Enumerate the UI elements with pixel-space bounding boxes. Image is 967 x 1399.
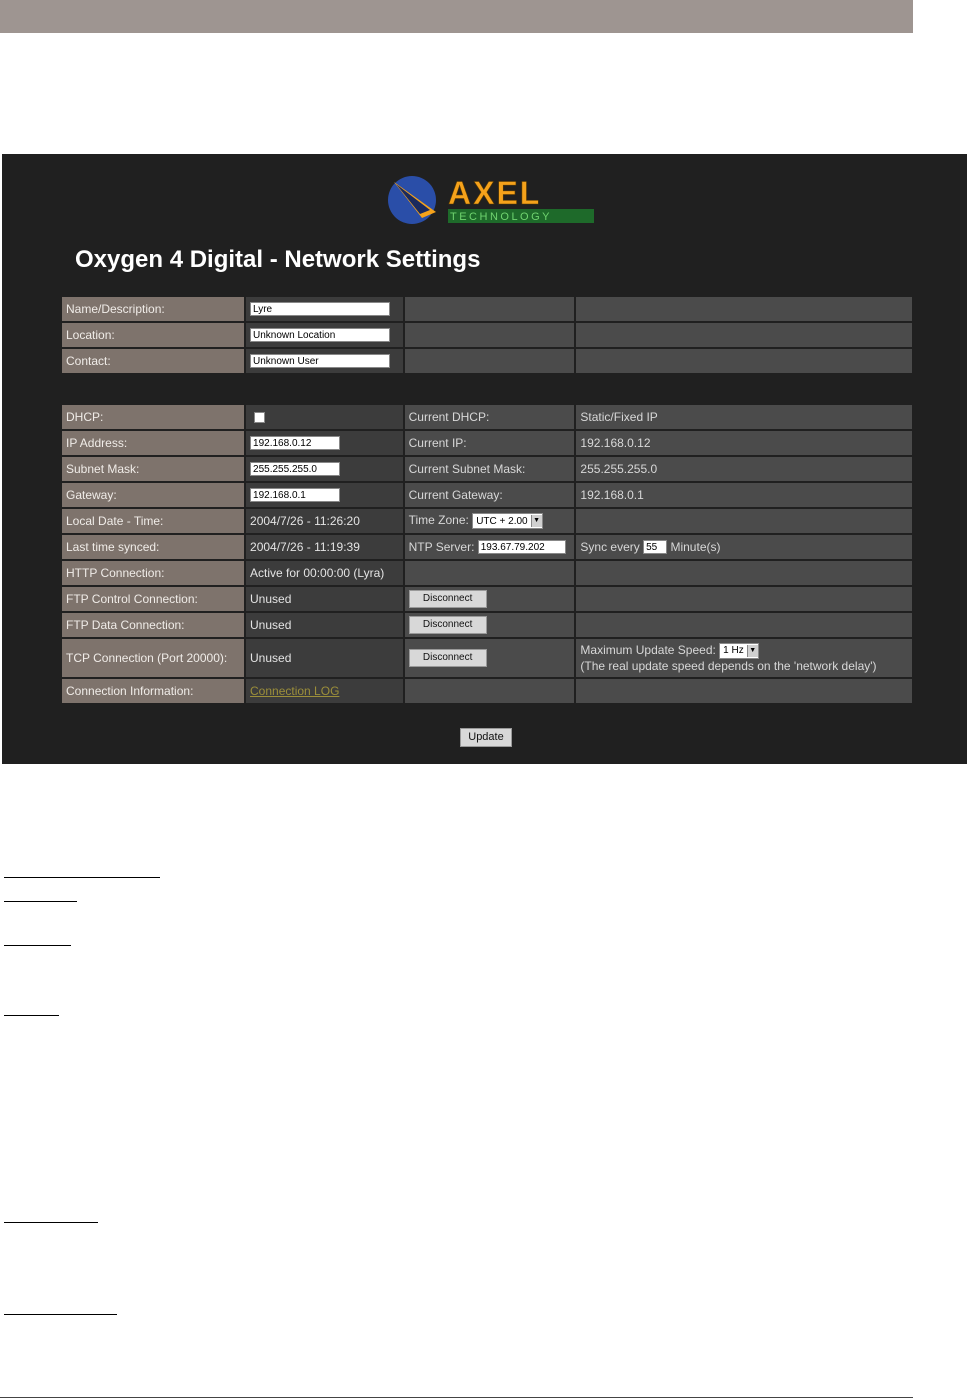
divider — [4, 1222, 98, 1223]
ftp-control-disconnect-button[interactable]: Disconnect — [408, 590, 487, 608]
local-time-label: Local Date - Time: — [62, 509, 245, 533]
contact-field[interactable]: Unknown User — [250, 354, 391, 369]
max-speed-label: Maximum Update Speed: — [580, 643, 716, 658]
table-row: Name/Description: Lyre — [62, 297, 912, 321]
connection-log-link[interactable]: Connection LOG — [250, 684, 339, 698]
ntp-label: NTP Server: — [408, 539, 475, 554]
table-row: DHCP: Current DHCP: Static/Fixed IP — [62, 405, 912, 429]
ftp-control-label: FTP Control Connection: — [62, 587, 245, 611]
sync-every-label: Sync every — [580, 539, 640, 554]
divider — [4, 877, 160, 878]
chevron-down-icon: ▼ — [746, 645, 758, 657]
last-synced-label: Last time synced: — [62, 535, 245, 559]
logo-sub: TECHNOLOGY — [450, 211, 552, 223]
gateway-field[interactable]: 192.168.0.1 — [250, 488, 341, 503]
table-row: IP Address: 192.168.0.12 Current IP: 192… — [62, 431, 912, 455]
divider — [4, 1314, 117, 1315]
subnet-label: Subnet Mask: — [62, 457, 245, 481]
axel-logo: AXEL TECHNOLOGY — [388, 175, 594, 224]
network-table: DHCP: Current DHCP: Static/Fixed IP IP A… — [60, 403, 914, 705]
logo-brand: AXEL — [448, 175, 541, 211]
timezone-value: UTC + 2.00 — [476, 515, 528, 527]
sync-interval-field[interactable]: 55 — [643, 540, 668, 555]
current-dhcp-label: Current DHCP: — [404, 405, 575, 429]
current-ip-value: 192.168.0.12 — [576, 431, 912, 455]
timezone-select[interactable]: UTC + 2.00 ▼ — [472, 513, 543, 529]
ftp-data-label: FTP Data Connection: — [62, 613, 245, 637]
page-title: Oxygen 4 Digital - Network Settings — [75, 246, 481, 273]
tcp-disconnect-button[interactable]: Disconnect — [408, 649, 487, 667]
current-gateway-label: Current Gateway: — [404, 483, 575, 507]
last-synced-value: 2004/7/26 - 11:19:39 — [246, 535, 403, 559]
http-value: Active for 00:00:00 (Lyra) — [246, 561, 403, 585]
current-subnet-label: Current Subnet Mask: — [404, 457, 575, 481]
ntp-field[interactable]: 193.67.79.202 — [477, 540, 566, 555]
current-gateway-value: 192.168.0.1 — [576, 483, 912, 507]
top-banner — [0, 0, 913, 33]
dhcp-checkbox[interactable] — [254, 412, 266, 424]
tcp-value: Unused — [246, 639, 403, 677]
tcp-label: TCP Connection (Port 20000): — [62, 639, 245, 677]
location-label: Location: — [62, 323, 245, 347]
dhcp-label: DHCP: — [62, 405, 245, 429]
divider — [4, 901, 77, 902]
http-label: HTTP Connection: — [62, 561, 245, 585]
max-speed-select[interactable]: 1 Hz ▼ — [719, 643, 759, 659]
gateway-label: Gateway: — [62, 483, 245, 507]
identity-table: Name/Description: Lyre Location: Unknown… — [60, 295, 914, 375]
max-speed-value: 1 Hz — [723, 645, 744, 656]
sync-unit: Minute(s) — [670, 539, 721, 554]
ftp-data-disconnect-button[interactable]: Disconnect — [408, 616, 487, 634]
table-row: FTP Data Connection: Unused Disconnect — [62, 613, 912, 637]
conn-info-label: Connection Information: — [62, 679, 245, 703]
contact-label: Contact: — [62, 349, 245, 373]
table-row: Gateway: 192.168.0.1 Current Gateway: 19… — [62, 483, 912, 507]
local-time-value: 2004/7/26 - 11:26:20 — [246, 509, 403, 533]
settings-window: AXEL TECHNOLOGY Oxygen 4 Digital - Netwo… — [2, 154, 967, 764]
timezone-label: Time Zone: — [408, 513, 469, 528]
name-label: Name/Description: — [62, 297, 245, 321]
ftp-data-value: Unused — [246, 613, 403, 637]
ip-label: IP Address: — [62, 431, 245, 455]
divider — [4, 1015, 59, 1016]
table-row: Location: Unknown Location — [62, 323, 912, 347]
table-row: Contact: Unknown User — [62, 349, 912, 373]
table-row: Local Date - Time: 2004/7/26 - 11:26:20 … — [62, 509, 912, 533]
footer-rule — [0, 1397, 913, 1398]
ip-field[interactable]: 192.168.0.12 — [250, 436, 341, 451]
current-subnet-value: 255.255.255.0 — [576, 457, 912, 481]
table-row: FTP Control Connection: Unused Disconnec… — [62, 587, 912, 611]
subnet-field[interactable]: 255.255.255.0 — [250, 462, 341, 477]
location-field[interactable]: Unknown Location — [250, 328, 391, 343]
current-dhcp-value: Static/Fixed IP — [576, 405, 912, 429]
update-button[interactable]: Update — [460, 728, 512, 747]
table-row: Connection Information: Connection LOG — [62, 679, 912, 703]
current-ip-label: Current IP: — [404, 431, 575, 455]
divider — [4, 945, 71, 946]
table-row: Subnet Mask: 255.255.255.0 Current Subne… — [62, 457, 912, 481]
ftp-control-value: Unused — [246, 587, 403, 611]
name-field[interactable]: Lyre — [250, 302, 391, 317]
table-row: HTTP Connection: Active for 00:00:00 (Ly… — [62, 561, 912, 585]
chevron-down-icon: ▼ — [530, 515, 542, 527]
max-speed-note: (The real update speed depends on the 'n… — [580, 659, 877, 673]
table-row: Last time synced: 2004/7/26 - 11:19:39 N… — [62, 535, 912, 559]
table-row: TCP Connection (Port 20000): Unused Disc… — [62, 639, 912, 677]
